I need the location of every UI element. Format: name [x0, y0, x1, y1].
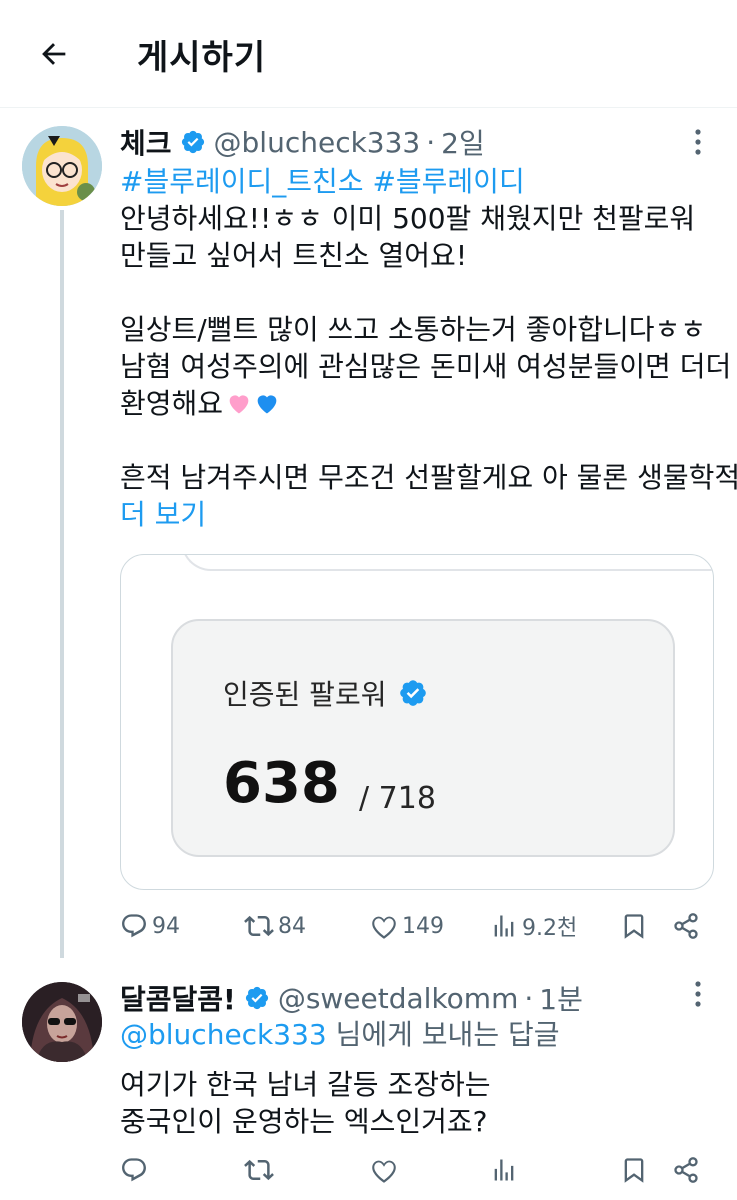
- repost-icon: [244, 915, 274, 937]
- view-count: 9.2천: [522, 916, 578, 941]
- post-text-line: 안녕하세요!!ㅎㅎ 이미 500팔 채웠지만 천팔로워: [120, 202, 696, 235]
- page-title: 게시하기: [137, 38, 267, 78]
- post-text-line: 흔적 남겨주시면 무조건 선팔할게요 아 물론 생물학적: [120, 461, 737, 494]
- post-body: #블루레이디_트친소 #블루레이디 안녕하세요!!ㅎㅎ 이미 500팔 채웠지만…: [120, 163, 737, 533]
- post-media-image[interactable]: 인증된 팔로워 638 / 718: [120, 554, 714, 890]
- views-button[interactable]: 9.2천: [490, 906, 577, 946]
- more-options-button[interactable]: [684, 128, 712, 156]
- separator-dot: ·: [524, 981, 534, 1015]
- portrait-avatar-image: [22, 982, 102, 1062]
- hashtag-links[interactable]: #블루레이디_트친소 #블루레이디: [120, 163, 737, 200]
- like-button[interactable]: 149: [370, 906, 444, 946]
- author-handle[interactable]: @sweetdalkomm: [278, 982, 519, 1015]
- reply-text-line: 여기가 한국 남녀 갈등 조장하는: [120, 1068, 491, 1101]
- share-button[interactable]: [672, 906, 700, 946]
- post-text-line: 남혐 여성주의에 관심많은 돈미새 여성분들이면 더더: [120, 350, 732, 383]
- author-handle[interactable]: @blucheck333: [214, 126, 421, 159]
- reply-count: 94: [152, 913, 180, 939]
- post-timestamp[interactable]: 2일: [441, 122, 485, 162]
- like-button[interactable]: [370, 1150, 398, 1190]
- repost-button[interactable]: [244, 1150, 274, 1190]
- show-more-link[interactable]: 더 보기: [120, 496, 737, 533]
- reply-body: 여기가 한국 남녀 갈등 조장하는 중국인이 운영하는 엑스인거죠?: [120, 1066, 490, 1140]
- repost-icon: [244, 1159, 274, 1181]
- bookmark-icon: [624, 1158, 644, 1183]
- avatar[interactable]: [22, 126, 102, 206]
- reply-action-bar: [120, 1150, 710, 1190]
- reply-timestamp[interactable]: 1분: [539, 978, 583, 1018]
- pink-heart-emoji: [229, 395, 249, 414]
- header-bar: 게시하기: [0, 0, 737, 108]
- reply-to-suffix: 님에게 보내는 답글: [326, 1018, 560, 1051]
- more-dots-icon: [695, 129, 701, 155]
- reply-to-handle-link[interactable]: @blucheck333: [120, 1018, 327, 1051]
- reply-text-line: 중국인이 운영하는 엑스인거죠?: [120, 1105, 488, 1138]
- cartoon-avatar-image: [22, 126, 102, 206]
- author-name[interactable]: 체크: [120, 122, 172, 162]
- post-action-bar: 94 84 149 9.2천: [120, 906, 710, 946]
- reply-button[interactable]: [120, 1150, 148, 1190]
- separator-dot: ·: [426, 125, 436, 159]
- back-button[interactable]: [34, 34, 74, 74]
- views-button[interactable]: [490, 1150, 518, 1190]
- author-name[interactable]: 달콤달콤!: [120, 978, 236, 1018]
- back-arrow-icon: [42, 43, 66, 65]
- stat-label-row: 인증된 팔로워: [223, 673, 428, 713]
- more-options-button[interactable]: [684, 980, 712, 1008]
- share-button[interactable]: [672, 1150, 700, 1190]
- share-icon: [674, 913, 698, 939]
- verified-badge-icon[interactable]: [180, 129, 206, 155]
- total-follower-count: / 718: [359, 781, 436, 816]
- like-icon: [372, 916, 396, 939]
- repost-count: 84: [278, 913, 306, 939]
- bookmark-icon: [624, 914, 644, 939]
- reply-button[interactable]: 94: [120, 906, 180, 946]
- views-icon: [494, 915, 514, 937]
- verified-badge-icon[interactable]: [244, 985, 270, 1011]
- reply-author-row: 달콤달콤! @sweetdalkomm · 1분: [120, 978, 583, 1018]
- post-text-line: 만들고 싶어서 트친소 열어요!: [120, 239, 468, 272]
- bookmark-button[interactable]: [620, 1150, 648, 1190]
- repost-button[interactable]: 84: [244, 906, 306, 946]
- verified-badge-icon: [398, 678, 428, 708]
- avatar[interactable]: [22, 982, 102, 1062]
- post-text-line-with-emoji: 환영해요: [120, 385, 737, 422]
- post-author-row: 체크 @blucheck333 · 2일: [120, 122, 485, 162]
- reply-icon: [122, 914, 146, 938]
- bookmark-button[interactable]: [620, 906, 648, 946]
- verified-followers-card: 인증된 팔로워 638 / 718: [171, 619, 675, 857]
- like-icon: [372, 1160, 396, 1183]
- thread-connector-line: [60, 210, 64, 958]
- post-text-fragment: 환영해요: [120, 387, 224, 420]
- stat-label: 인증된 팔로워: [223, 678, 387, 711]
- like-count: 149: [402, 913, 444, 939]
- replying-to-line: @blucheck333 님에게 보내는 답글: [120, 1016, 560, 1053]
- share-icon: [674, 1157, 698, 1183]
- views-icon: [494, 1159, 514, 1181]
- reply-icon: [122, 1158, 146, 1182]
- post-text-line: 일상트/뻘트 많이 쓰고 소통하는거 좋아합니다ㅎㅎ: [120, 313, 706, 346]
- verified-follower-count: 638: [223, 751, 340, 816]
- blue-heart-emoji: [257, 395, 277, 414]
- more-dots-icon: [695, 981, 701, 1007]
- media-decorative-curve: [181, 555, 713, 571]
